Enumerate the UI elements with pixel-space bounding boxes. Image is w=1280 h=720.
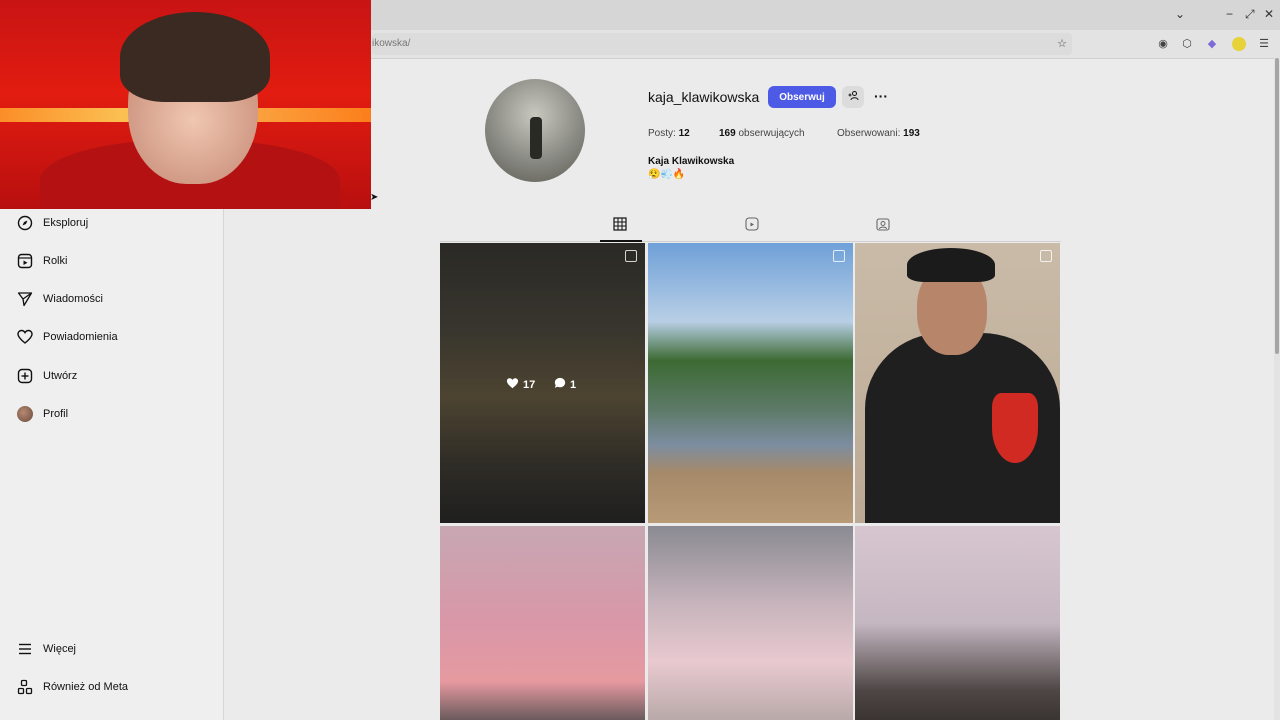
posts-stat: Posty: 12 xyxy=(648,128,690,139)
compass-icon xyxy=(16,215,33,232)
hover-overlay xyxy=(440,243,645,523)
sidebar-item-profile[interactable]: Profil xyxy=(16,402,68,426)
more-dots-icon: ··· xyxy=(874,88,888,104)
url-text: ikowska/ xyxy=(372,38,411,49)
sidebar-item-notifications[interactable]: Powiadomienia xyxy=(16,325,118,349)
maximize-icon[interactable]: ⤢ xyxy=(1245,7,1255,22)
extension-coin-icon[interactable] xyxy=(1232,37,1246,51)
send-icon xyxy=(16,291,33,308)
hamburger-icon xyxy=(16,641,33,658)
heart-filled-icon xyxy=(506,377,519,392)
sidebar-item-more[interactable]: Więcej xyxy=(16,637,76,661)
likes-count: 17 xyxy=(523,378,536,391)
mouse-cursor-icon: ➤ xyxy=(370,192,379,203)
tab-posts[interactable] xyxy=(612,216,628,236)
suggest-users-button[interactable] xyxy=(842,86,864,108)
tabs-divider xyxy=(440,241,1061,242)
sidebar-item-label: Więcej xyxy=(43,643,77,655)
post-thumbnail[interactable] xyxy=(855,526,1060,720)
carousel-icon xyxy=(625,250,637,262)
tab-tagged[interactable] xyxy=(875,217,891,236)
post-thumbnail[interactable] xyxy=(855,243,1060,523)
sidebar-item-label: Również od Meta xyxy=(43,681,128,693)
grid-icon xyxy=(16,679,33,696)
profile-username: kaja_klawikowska xyxy=(648,89,760,105)
tab-reels[interactable] xyxy=(744,216,760,236)
scrollbar-thumb[interactable] xyxy=(1275,58,1279,354)
post-thumbnail[interactable] xyxy=(440,526,645,720)
post-thumbnail[interactable]: 17 1 xyxy=(440,243,645,523)
close-icon[interactable]: ✕ xyxy=(1264,7,1274,21)
following-count: 193 xyxy=(903,128,920,139)
minimize-icon[interactable]: − xyxy=(1226,7,1233,21)
heart-icon xyxy=(16,329,33,346)
post-thumbnail[interactable] xyxy=(648,526,853,720)
plus-square-icon xyxy=(16,368,33,385)
sidebar-item-meta[interactable]: Również od Meta xyxy=(16,675,128,699)
profile-full-name: Kaja Klawikowska xyxy=(648,156,735,167)
posts-count: 12 xyxy=(678,128,690,139)
active-tab-indicator xyxy=(600,240,642,242)
follow-button[interactable]: Obserwuj xyxy=(768,86,836,108)
comment-filled-icon xyxy=(554,377,566,392)
profile-bio: 😮‍💨💨🔥 xyxy=(648,169,686,180)
grid-posts-icon xyxy=(613,216,627,236)
following-stat[interactable]: Obserwowani: 193 xyxy=(837,128,920,139)
reels-icon xyxy=(745,216,759,236)
menu-icon[interactable]: ☰ xyxy=(1257,37,1271,51)
extensions-icon[interactable]: ⬡ xyxy=(1180,37,1194,51)
bookmark-star-icon[interactable]: ☆ xyxy=(1055,37,1069,51)
sidebar-item-label: Profil xyxy=(43,408,69,420)
add-user-icon xyxy=(848,90,859,104)
sidebar-item-explore[interactable]: Eksploruj xyxy=(16,211,88,235)
sidebar-item-label: Wiadomości xyxy=(43,293,103,305)
sidebar-item-messages[interactable]: Wiadomości xyxy=(16,287,103,311)
sidebar-item-label: Utwórz xyxy=(43,370,78,382)
account-icon[interactable]: ◉ xyxy=(1156,37,1170,51)
chevron-down-icon[interactable]: ⌄ xyxy=(1175,7,1185,21)
address-bar[interactable]: ikowska/ ☆ xyxy=(372,33,1072,55)
sidebar-item-reels[interactable]: Rolki xyxy=(16,249,67,273)
followers-stat[interactable]: 169 obserwujących xyxy=(719,128,805,139)
more-options-button[interactable]: ··· xyxy=(872,86,890,108)
webcam-overlay xyxy=(0,0,371,209)
profile-avatar[interactable] xyxy=(485,79,585,182)
posts-label: Posty: xyxy=(648,128,676,139)
page-scrollbar[interactable] xyxy=(1274,58,1280,720)
sidebar-item-label: Eksploruj xyxy=(43,217,89,229)
tagged-user-icon xyxy=(876,217,890,236)
sidebar-item-label: Powiadomienia xyxy=(43,331,118,343)
comments-stat: 1 xyxy=(554,377,576,392)
followers-count: 169 xyxy=(719,128,736,139)
avatar xyxy=(16,406,33,423)
sidebar-item-label: Rolki xyxy=(43,255,68,267)
extension-icon[interactable]: ◆ xyxy=(1205,37,1219,51)
carousel-icon xyxy=(1040,250,1052,262)
reels-icon xyxy=(16,253,33,270)
followers-label: obserwujących xyxy=(738,128,805,139)
sidebar-item-create[interactable]: Utwórz xyxy=(16,364,77,388)
likes-stat: 17 xyxy=(506,377,535,392)
carousel-icon xyxy=(833,250,845,262)
post-thumbnail[interactable] xyxy=(648,243,853,523)
following-label: Obserwowani: xyxy=(837,128,901,139)
comments-count: 1 xyxy=(570,378,577,391)
